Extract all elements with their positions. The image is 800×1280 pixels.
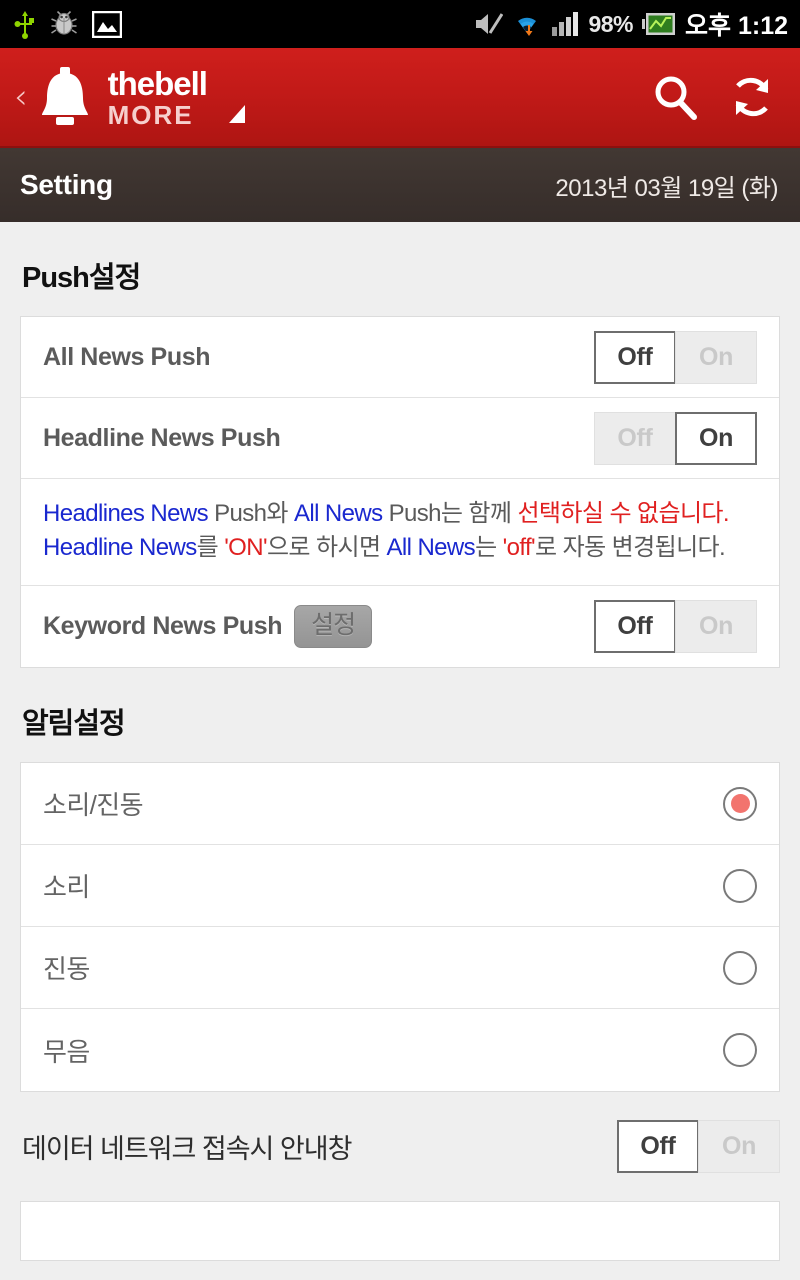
alarm-section-title: 알림설정 — [22, 708, 126, 741]
keyword-news-push-off-option[interactable]: Off — [594, 600, 676, 654]
bottom-partial-card — [20, 1201, 780, 1262]
headline-news-push-off-option[interactable]: Off — [594, 411, 676, 465]
option-label-vibration: 진동 — [43, 954, 90, 985]
status-bar-clock: 오후 1:12 — [685, 12, 788, 40]
battery-icon — [642, 13, 676, 35]
app-screen: 98% 오후 1:12 ‹ thebell MORE Setting 2013년… — [0, 0, 800, 1280]
radio-button-sound-vibration[interactable] — [723, 786, 757, 821]
keyword-news-push-text: Keyword News Push — [43, 612, 283, 641]
radio-dot — [730, 794, 750, 814]
radio-button-silent[interactable] — [723, 1033, 757, 1068]
debug-bug-icon — [51, 11, 77, 35]
notice-l1-push-and: Push와 — [208, 500, 294, 527]
data-network-on-option[interactable]: On — [698, 1120, 780, 1174]
headline-news-push-label: Headline News Push — [43, 423, 281, 452]
alarm-settings-card: 소리/진동 소리 진동 무음 — [20, 762, 780, 1093]
radio-row-vibration[interactable]: 진동 — [21, 927, 779, 1010]
notice-l2-tail: 로 자동 변경됩니다. — [535, 534, 726, 562]
keyword-news-push-toggle[interactable]: Off On — [594, 600, 757, 654]
push-section-title: Push설정 — [22, 262, 141, 294]
dropdown-triangle-icon[interactable] — [228, 105, 245, 123]
radio-row-sound-vibration[interactable]: 소리/진동 — [21, 763, 779, 846]
back-button[interactable]: ‹ — [14, 80, 28, 114]
mute-icon — [476, 13, 504, 34]
notice-l2-off: 'off' — [502, 534, 536, 562]
headline-news-push-toggle[interactable]: Off On — [594, 411, 757, 465]
notice-l2-particle1: 를 — [196, 534, 225, 562]
push-settings-card: All News Push Off On Headline News Push … — [20, 316, 780, 669]
notice-l2-mid: 으로 하시면 — [266, 534, 387, 562]
keyword-settings-button[interactable]: 설정 — [294, 605, 373, 649]
brand-logo[interactable]: thebell MORE — [34, 65, 245, 129]
row-headline-news-push[interactable]: Headline News Push Off On — [21, 398, 779, 479]
notice-l2-allnews: All News — [386, 534, 476, 562]
notice-l2-on: 'ON' — [224, 534, 267, 562]
notice-l1-together: Push는 함께 — [382, 500, 518, 527]
brand-name: thebell — [107, 64, 208, 102]
all-news-push-label: All News Push — [43, 342, 211, 371]
keyword-news-push-on-option[interactable]: On — [675, 600, 757, 654]
notice-l1-headlines: Headlines News — [43, 500, 209, 527]
option-label-sound-vibration: 소리/진동 — [43, 790, 144, 821]
headline-news-push-on-option[interactable]: On — [675, 411, 757, 465]
radio-row-sound[interactable]: 소리 — [21, 845, 779, 928]
settings-content: Push설정 All News Push Off On Headline New… — [0, 222, 800, 1262]
app-bar: ‹ thebell MORE — [0, 48, 800, 148]
option-label-sound: 소리 — [43, 872, 90, 903]
push-notice-text: Headlines News Push와 All News Push는 함께 선… — [21, 479, 779, 587]
search-icon[interactable] — [650, 72, 700, 122]
row-data-network-notice[interactable]: 데이터 네트워크 접속시 안내창 Off On — [0, 1092, 800, 1189]
data-network-label: 데이터 네트워크 접속시 안내창 — [22, 1134, 352, 1165]
battery-percentage: 98% — [588, 10, 634, 37]
page-subheader: Setting 2013년 03월 19일 (화) — [0, 148, 800, 222]
screenshot-image-icon — [92, 10, 122, 38]
page-title: Setting — [20, 169, 113, 200]
all-news-push-on-option[interactable]: On — [675, 330, 757, 384]
data-network-toggle[interactable]: Off On — [617, 1120, 780, 1174]
signal-bars-icon — [552, 12, 579, 36]
radio-row-silent[interactable]: 무음 — [21, 1009, 779, 1091]
app-bar-actions — [650, 71, 778, 123]
row-keyword-news-push[interactable]: Keyword News Push 설정 Off On — [21, 586, 779, 667]
all-news-push-off-option[interactable]: Off — [594, 330, 676, 384]
usb-icon — [14, 11, 34, 39]
keyword-news-push-label: Keyword News Push 설정 — [43, 605, 373, 649]
brand-subtitle: MORE — [107, 99, 194, 130]
radio-button-sound[interactable] — [723, 868, 757, 903]
notice-l2-particle2: 는 — [475, 534, 503, 562]
bell-icon — [41, 67, 88, 125]
refresh-icon[interactable] — [726, 71, 778, 123]
notice-l1-cannot-select: 선택하실 수 없습니다. — [517, 500, 729, 527]
current-date: 2013년 03월 19일 (화) — [555, 174, 778, 202]
status-bar-left-icons — [14, 9, 122, 39]
all-news-push-toggle[interactable]: Off On — [594, 330, 757, 384]
radio-button-vibration[interactable] — [723, 950, 757, 985]
brand-text: thebell MORE — [107, 64, 208, 130]
status-bar: 98% 오후 1:12 — [0, 0, 800, 48]
row-all-news-push[interactable]: All News Push Off On — [21, 317, 779, 398]
option-label-silent: 무음 — [43, 1036, 90, 1067]
notice-l2-headline: Headline News — [43, 534, 197, 562]
wifi-icon — [518, 17, 537, 36]
status-bar-right-icons: 98% 오후 1:12 — [473, 6, 788, 42]
notice-l1-allnews: All News — [293, 500, 383, 527]
data-network-off-option[interactable]: Off — [617, 1120, 699, 1174]
